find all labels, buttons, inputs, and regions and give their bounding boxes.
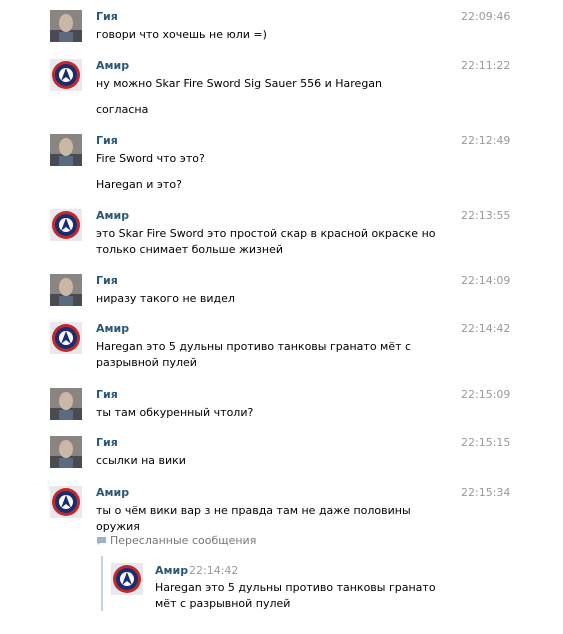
avatar[interactable]: [50, 388, 82, 420]
message-text: говори что хочешь не юли =): [96, 28, 267, 41]
message: Гия 22:15:09 ты там обкуренный чтоли?: [0, 388, 563, 428]
avatar[interactable]: [50, 209, 82, 241]
avatar[interactable]: [50, 322, 82, 354]
emblem-icon: [50, 59, 82, 91]
message-text: это Skar Fire Sword это простой скар в к…: [96, 227, 436, 256]
message-time[interactable]: 22:15:34: [461, 486, 510, 500]
user-photo-icon: [50, 134, 82, 166]
message-text: ссылки на вики: [96, 454, 186, 467]
message-author[interactable]: Амир: [96, 486, 129, 500]
message: Гия 22:14:09 ниразу такого не видел: [0, 274, 563, 314]
forwarded-header-label: Пересланные сообщения: [110, 534, 257, 547]
message-author[interactable]: Гия: [96, 274, 118, 288]
message-time[interactable]: 22:15:15: [461, 436, 510, 450]
message-text: ниразу такого не видел: [96, 292, 235, 305]
forwarded-author[interactable]: Амир: [155, 564, 188, 578]
message-author[interactable]: Амир: [96, 322, 129, 336]
message-time[interactable]: 22:13:55: [461, 209, 510, 223]
message-text: согласна: [96, 103, 149, 116]
message-time[interactable]: 22:15:09: [461, 388, 510, 402]
user-photo-icon: [50, 388, 82, 420]
message-author[interactable]: Амир: [96, 59, 129, 73]
message-text: ты там обкуренный чтоли?: [96, 406, 254, 419]
emblem-icon: [50, 322, 82, 354]
message-author[interactable]: Амир: [96, 209, 129, 223]
avatar[interactable]: [50, 59, 82, 91]
message: Гия 22:12:49 Fire Sword что это? Haregan…: [0, 134, 563, 198]
message-text: Haregan и это?: [96, 178, 182, 191]
forwarded-text: Haregan это 5 дульны противо танковы гра…: [155, 581, 436, 610]
avatar[interactable]: [50, 274, 82, 306]
user-photo-icon: [50, 274, 82, 306]
message-time[interactable]: 22:12:49: [461, 134, 510, 148]
message: Амир 22:15:34 ты о чём вики вар з не пра…: [0, 486, 563, 533]
avatar[interactable]: [50, 10, 82, 42]
message-time[interactable]: 22:09:46: [461, 10, 510, 24]
forwarded-avatar[interactable]: [111, 563, 143, 595]
message-text: ну можно Skar Fire Sword Sig Sauer 556 и…: [96, 77, 383, 90]
avatar[interactable]: [50, 134, 82, 166]
message-time[interactable]: 22:11:22: [461, 59, 510, 73]
forwarded-header: Пересланные сообщения: [96, 534, 256, 550]
emblem-icon: [50, 486, 82, 518]
emblem-icon: [111, 563, 143, 595]
forwarded-time[interactable]: 22:14:42: [189, 564, 238, 578]
message: Гия 22:09:46 говори что хочешь не юли =): [0, 10, 563, 50]
avatar[interactable]: [50, 436, 82, 468]
message-text: ты о чём вики вар з не правда там не даж…: [96, 504, 411, 533]
speech-bubble-icon: [96, 536, 107, 550]
message-text: Haregan это 5 дульны противо танковы гра…: [96, 340, 412, 369]
message-author[interactable]: Гия: [96, 10, 118, 24]
message-author[interactable]: Гия: [96, 134, 118, 148]
avatar[interactable]: [50, 486, 82, 518]
forward-quote-bar: [101, 556, 103, 611]
message-author[interactable]: Гия: [96, 436, 118, 450]
message-time[interactable]: 22:14:42: [461, 322, 510, 336]
user-photo-icon: [50, 436, 82, 468]
message: Гия 22:15:15 ссылки на вики: [0, 436, 563, 476]
emblem-icon: [50, 209, 82, 241]
message: Амир 22:11:22 ну можно Skar Fire Sword S…: [0, 59, 563, 123]
message-author[interactable]: Гия: [96, 388, 118, 402]
user-photo-icon: [50, 10, 82, 42]
message: Амир 22:13:55 это Skar Fire Sword это пр…: [0, 209, 563, 265]
message-time[interactable]: 22:14:09: [461, 274, 510, 288]
message-text: Fire Sword что это?: [96, 152, 205, 165]
message: Амир 22:14:42 Haregan это 5 дульны проти…: [0, 322, 563, 378]
